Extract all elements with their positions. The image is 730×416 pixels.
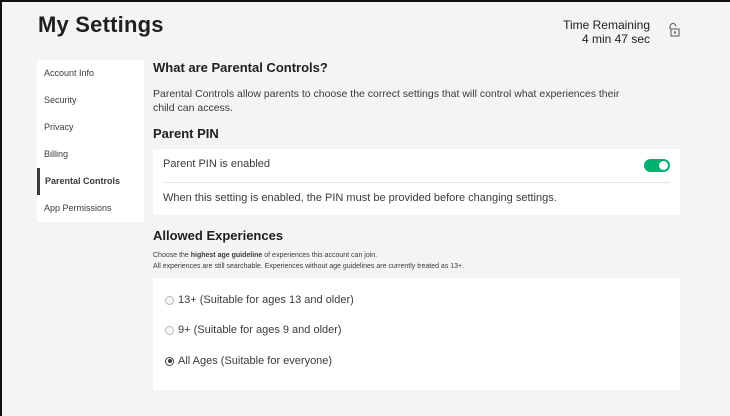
radio-label: 9+ (Suitable for ages 9 and older) bbox=[178, 324, 342, 336]
sidebar-item-parental-controls[interactable]: Parental Controls bbox=[37, 168, 144, 195]
allowed-experiences-note: All experiences are still searchable. Ex… bbox=[153, 263, 465, 270]
time-remaining-value: 4 min 47 sec bbox=[581, 32, 650, 46]
page-title: My Settings bbox=[38, 12, 164, 37]
age-guideline-options-card: 13+ (Suitable for ages 13 and older) 9+ … bbox=[153, 278, 680, 390]
parental-controls-description: Parental Controls allow parents to choos… bbox=[153, 88, 620, 114]
parental-controls-heading: What are Parental Controls? bbox=[153, 60, 328, 75]
radio-option-all-ages[interactable]: All Ages (Suitable for everyone) bbox=[165, 355, 332, 367]
time-remaining-label: Time Remaining bbox=[563, 18, 650, 32]
instruction-suffix: of experiences this account can join. bbox=[262, 252, 378, 259]
sidebar-item-privacy[interactable]: Privacy bbox=[37, 114, 144, 141]
radio-button[interactable] bbox=[165, 325, 174, 335]
allowed-experiences-instruction: Choose the highest age guideline of expe… bbox=[153, 252, 680, 259]
toggle-knob bbox=[659, 161, 668, 170]
parent-pin-toggle-label: Parent PIN is enabled bbox=[163, 158, 271, 170]
sidebar-item-app-permissions[interactable]: App Permissions bbox=[37, 195, 144, 222]
radio-button-selected[interactable] bbox=[165, 356, 174, 366]
radio-label: All Ages (Suitable for everyone) bbox=[178, 355, 333, 367]
parental-controls-content: What are Parental Controls? Parental Con… bbox=[153, 60, 680, 390]
settings-sidebar: Account Info Security Privacy Billing Pa… bbox=[37, 60, 144, 222]
sidebar-item-security[interactable]: Security bbox=[37, 87, 144, 114]
parent-pin-card: Parent PIN is enabled When this setting … bbox=[153, 149, 680, 215]
instruction-bold: highest age guideline bbox=[190, 252, 263, 259]
lock-icon[interactable] bbox=[668, 22, 680, 38]
time-remaining: Time Remaining 4 min 47 sec bbox=[563, 18, 650, 46]
parent-pin-heading: Parent PIN bbox=[153, 126, 219, 141]
parent-pin-toggle[interactable] bbox=[644, 159, 670, 172]
divider bbox=[163, 182, 670, 183]
sidebar-item-account-info[interactable]: Account Info bbox=[37, 60, 144, 87]
parent-pin-note: When this setting is enabled, the PIN mu… bbox=[163, 192, 557, 204]
allowed-experiences-heading: Allowed Experiences bbox=[153, 228, 284, 243]
radio-option-13-plus[interactable]: 13+ (Suitable for ages 13 and older) bbox=[165, 294, 354, 306]
sidebar-item-billing[interactable]: Billing bbox=[37, 141, 144, 168]
radio-label: 13+ (Suitable for ages 13 and older) bbox=[178, 294, 354, 306]
instruction-prefix: Choose the bbox=[153, 252, 191, 259]
radio-option-9-plus[interactable]: 9+ (Suitable for ages 9 and older) bbox=[165, 324, 342, 336]
radio-button[interactable] bbox=[165, 295, 174, 305]
settings-page: My Settings Time Remaining 4 min 47 sec … bbox=[0, 0, 730, 416]
